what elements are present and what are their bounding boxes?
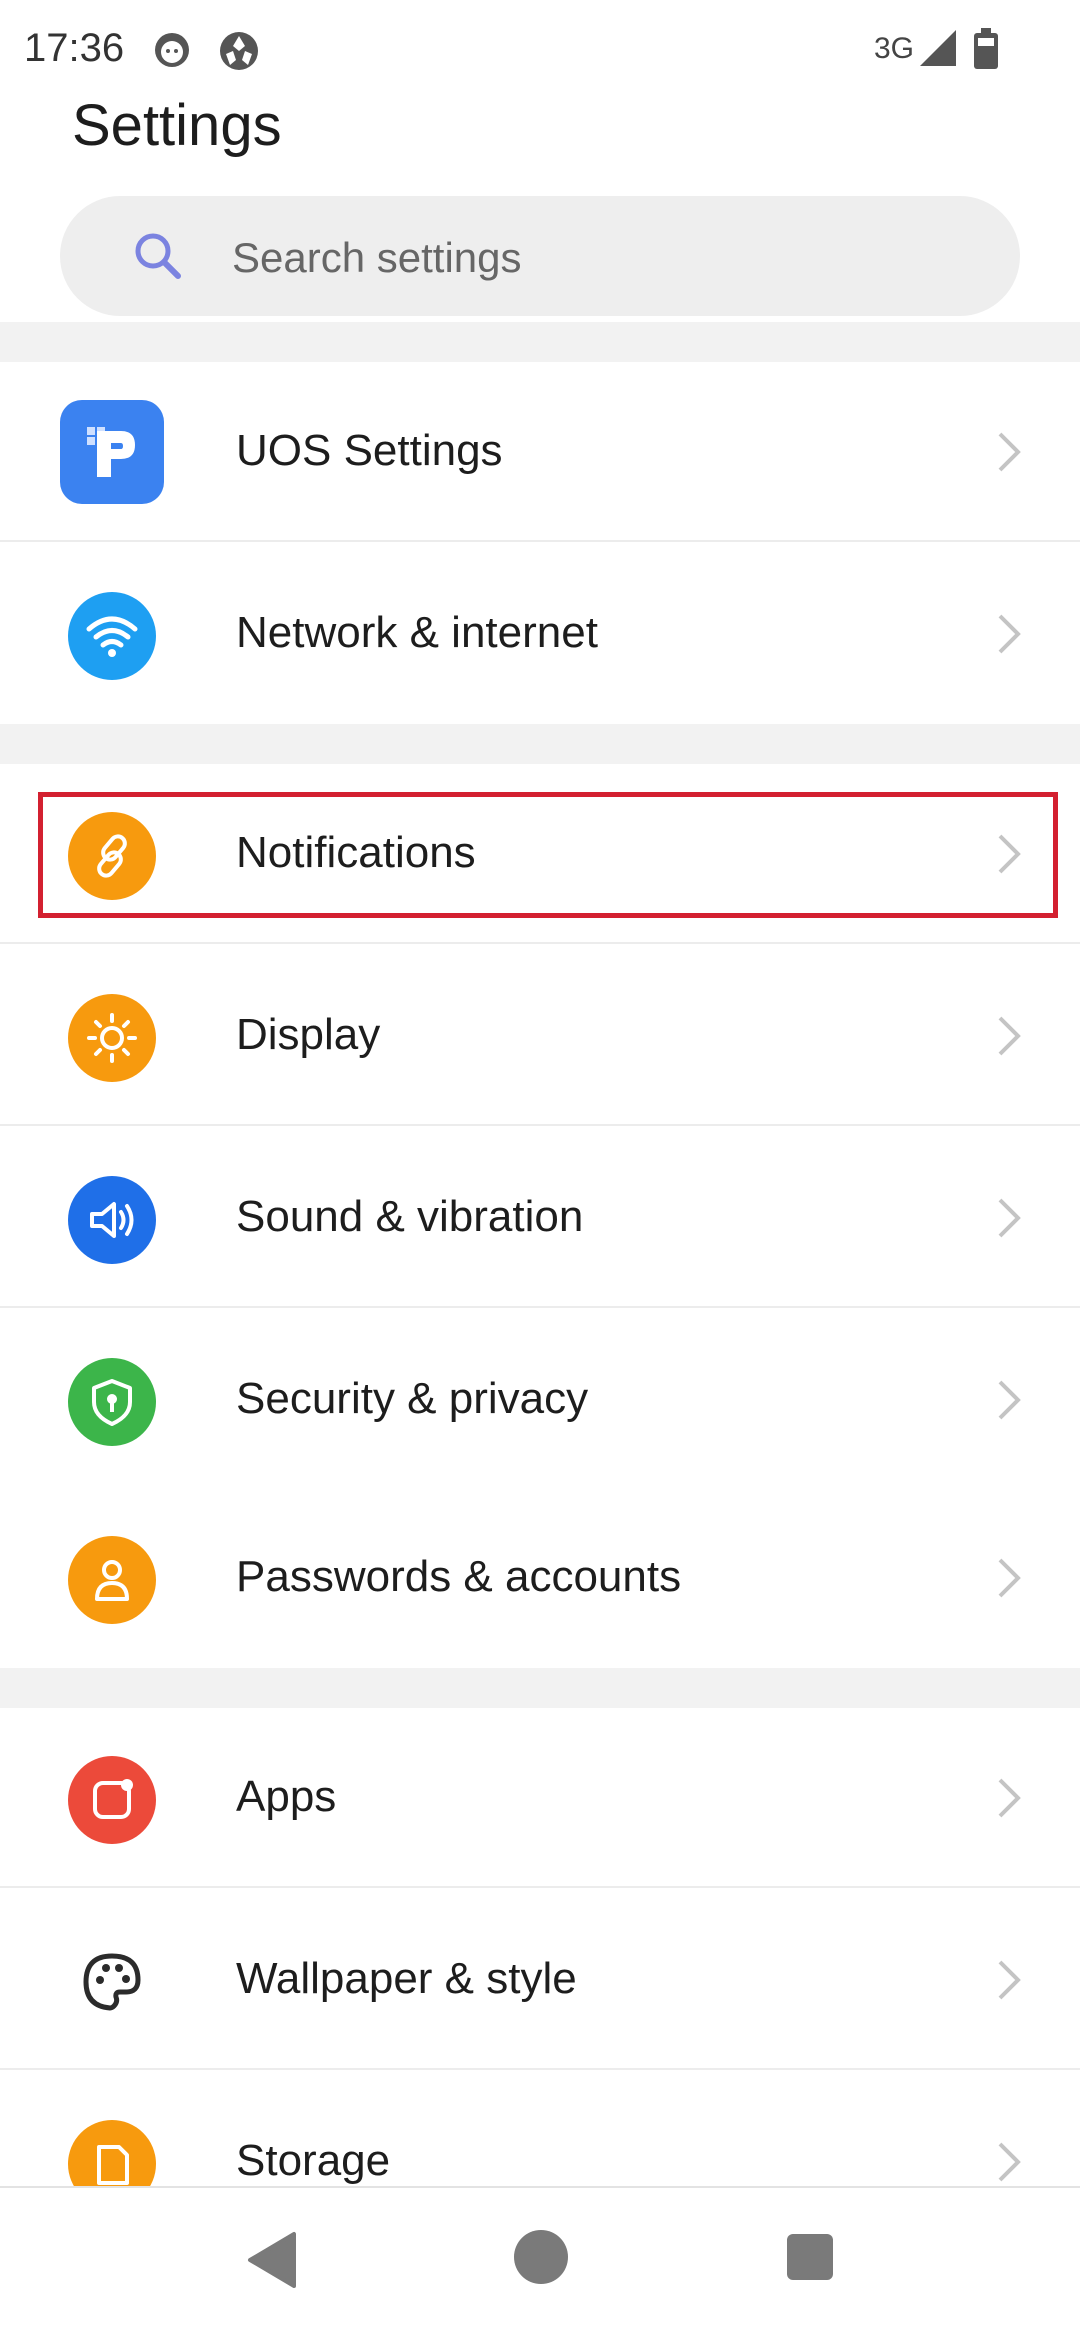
signal-icon xyxy=(920,30,956,66)
row-divider xyxy=(0,1886,1080,1888)
row-divider xyxy=(0,942,1080,944)
shield-icon xyxy=(68,1358,156,1446)
face-icon xyxy=(155,33,189,67)
home-icon[interactable] xyxy=(514,2230,568,2284)
section-divider xyxy=(0,322,1080,362)
setting-item-security-privacy[interactable]: Security & privacy xyxy=(0,1310,1080,1490)
network-type: 3G xyxy=(874,32,915,65)
chevron-right-icon xyxy=(998,432,1021,472)
apps-icon xyxy=(68,1756,156,1844)
status-time: 17:36 xyxy=(24,26,125,70)
ball-icon xyxy=(220,32,258,70)
navigation-bar xyxy=(0,2186,1080,2340)
uos-app-icon xyxy=(60,400,164,504)
chevron-right-icon xyxy=(998,614,1021,654)
search-input[interactable]: Search settings xyxy=(232,234,522,282)
setting-item-network-internet[interactable]: Network & internet xyxy=(0,544,1080,724)
setting-label: UOS Settings xyxy=(236,426,503,475)
setting-item-wallpaper-style[interactable]: Wallpaper & style xyxy=(0,1890,1080,2070)
setting-label: Passwords & accounts xyxy=(236,1552,682,1601)
section-divider xyxy=(0,1668,1080,1708)
setting-item-display[interactable]: Display xyxy=(0,946,1080,1126)
chevron-right-icon xyxy=(998,1558,1021,1598)
chevron-right-icon xyxy=(998,2142,1021,2182)
chevron-right-icon xyxy=(998,1778,1021,1818)
back-icon[interactable] xyxy=(244,2230,300,2290)
battery-icon xyxy=(974,28,998,69)
status-bar: 17:36 3G xyxy=(0,0,1080,100)
palette-icon xyxy=(68,1938,156,2026)
setting-item-uos-settings[interactable]: UOS Settings xyxy=(0,362,1080,542)
setting-label: Storage xyxy=(236,2136,391,2185)
recent-apps-icon[interactable] xyxy=(787,2234,833,2280)
setting-item-apps[interactable]: Apps xyxy=(0,1708,1080,1888)
setting-label: Apps xyxy=(236,1772,337,1821)
chevron-right-icon xyxy=(998,1198,1021,1238)
person-icon xyxy=(68,1536,156,1624)
setting-label: Security & privacy xyxy=(236,1374,589,1423)
row-divider xyxy=(0,2068,1080,2070)
setting-item-passwords-accounts[interactable]: Passwords & accounts xyxy=(0,1488,1080,1668)
page-title: Settings xyxy=(72,93,282,158)
speaker-icon xyxy=(68,1176,156,1264)
search-bar[interactable]: Search settings xyxy=(60,196,1020,316)
chevron-right-icon xyxy=(998,1380,1021,1420)
setting-label: Sound & vibration xyxy=(236,1192,584,1241)
sun-icon xyxy=(68,994,156,1082)
chevron-right-icon xyxy=(998,1960,1021,2000)
settings-screen: 17:36 3G Settings Search settings UOS Se… xyxy=(0,0,1080,2340)
highlight-box xyxy=(38,792,1058,918)
search-icon xyxy=(135,233,181,279)
setting-label: Display xyxy=(236,1010,381,1059)
row-divider xyxy=(0,1124,1080,1126)
row-divider xyxy=(0,540,1080,542)
setting-label: Wallpaper & style xyxy=(236,1954,577,2003)
setting-item-sound-vibration[interactable]: Sound & vibration xyxy=(0,1128,1080,1308)
row-divider xyxy=(0,1306,1080,1308)
section-divider xyxy=(0,724,1080,764)
wifi-icon xyxy=(68,592,156,680)
setting-label: Network & internet xyxy=(236,608,598,657)
chevron-right-icon xyxy=(998,1016,1021,1056)
